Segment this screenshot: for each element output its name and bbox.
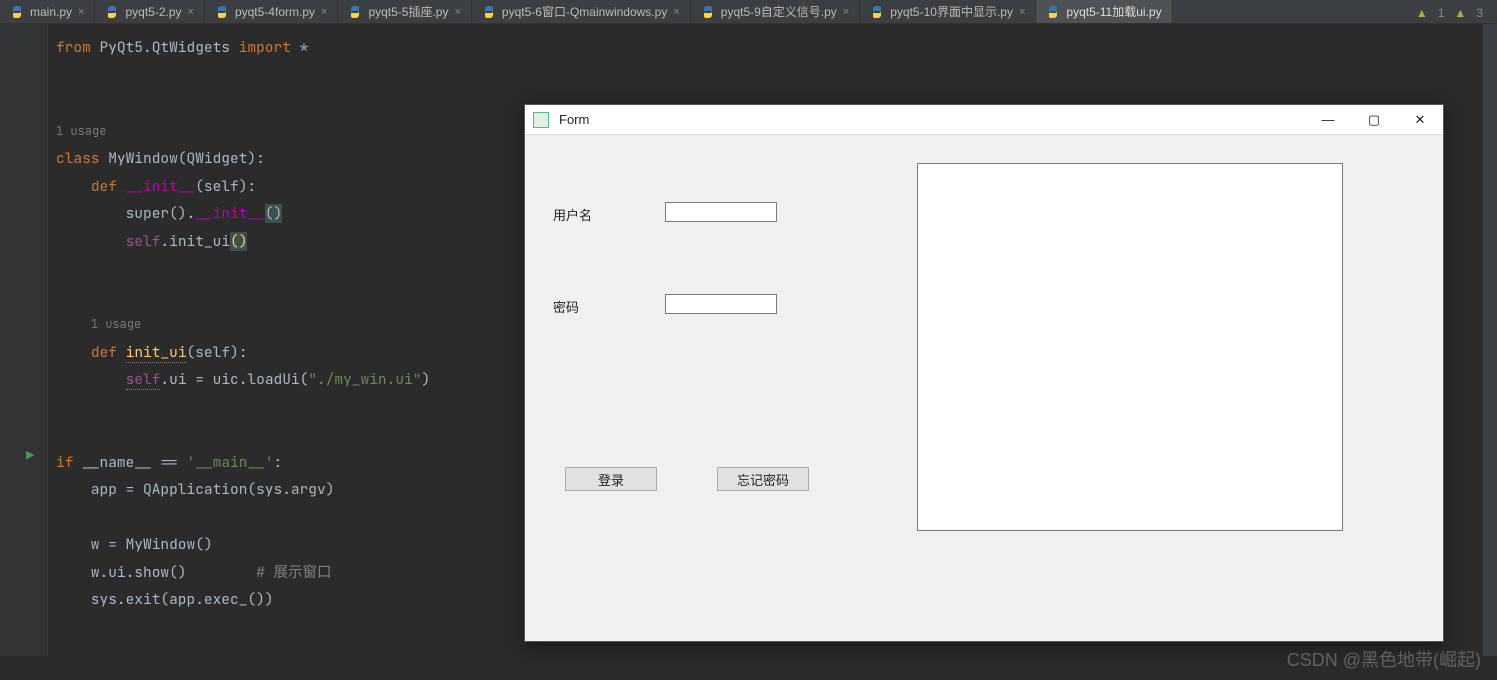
tab-label: pyqt5-5插座.py (368, 3, 448, 20)
vertical-scrollbar[interactable] (1483, 24, 1497, 656)
python-icon (870, 5, 884, 19)
close-icon[interactable]: × (454, 6, 460, 18)
tab-label: pyqt5-9自定义信号.py (721, 3, 837, 20)
warning-count: 1 (1438, 6, 1445, 20)
label-password: 密码 (553, 297, 579, 316)
python-icon (701, 5, 715, 19)
text-edit-area[interactable] (917, 163, 1343, 531)
python-icon (10, 5, 24, 19)
password-input[interactable] (665, 294, 777, 314)
watermark: CSDN @黑色地带(崛起) (1287, 646, 1481, 672)
python-icon (1046, 5, 1060, 19)
run-gutter-icon[interactable]: ▶ (26, 448, 34, 461)
login-button[interactable]: 登录 (565, 467, 657, 491)
window-icon (533, 112, 549, 128)
python-icon (348, 5, 362, 19)
tab-pyqt5-6[interactable]: pyqt5-6窗口-Qmainwindows.py × (472, 0, 691, 23)
tab-main[interactable]: main.py × (0, 0, 95, 23)
error-count: 3 (1476, 6, 1483, 20)
editor-tabs: main.py × pyqt5-2.py × pyqt5-4form.py × … (0, 0, 1497, 24)
code-area[interactable]: from PyQt5.QtWidgets import * 1 usage cl… (48, 24, 430, 656)
close-icon[interactable]: × (843, 6, 849, 18)
tab-label: pyqt5-6窗口-Qmainwindows.py (502, 3, 667, 20)
close-icon[interactable]: × (78, 6, 84, 18)
warning-icon: ▲ (1416, 6, 1428, 20)
tab-pyqt5-9[interactable]: pyqt5-9自定义信号.py × (691, 0, 860, 23)
tab-label: pyqt5-11加载ui.py (1066, 3, 1161, 20)
gutter: ▶ (0, 24, 48, 656)
username-input[interactable] (665, 202, 777, 222)
maximize-button[interactable]: ▢ (1351, 105, 1397, 135)
minimize-button[interactable]: — (1305, 105, 1351, 135)
tab-label: pyqt5-10界面中显示.py (890, 3, 1013, 20)
close-icon[interactable]: × (673, 6, 679, 18)
inspection-summary[interactable]: ▲ 1 ▲ 3 (1416, 6, 1483, 20)
window-title: Form (559, 112, 1305, 127)
form-body: 用户名 密码 登录 忘记密码 (525, 135, 1443, 641)
close-button[interactable]: ✕ (1397, 105, 1443, 135)
tab-pyqt5-4[interactable]: pyqt5-4form.py × (205, 0, 338, 23)
python-icon (482, 5, 496, 19)
form-window: Form — ▢ ✕ 用户名 密码 登录 忘记密码 (524, 104, 1444, 642)
close-icon[interactable]: × (188, 6, 194, 18)
tab-pyqt5-5[interactable]: pyqt5-5插座.py × (338, 0, 471, 23)
tab-pyqt5-2[interactable]: pyqt5-2.py × (95, 0, 204, 23)
tab-label: main.py (30, 5, 72, 19)
forgot-password-button[interactable]: 忘记密码 (717, 467, 809, 491)
label-username: 用户名 (553, 205, 592, 224)
close-icon[interactable]: × (1019, 6, 1025, 18)
tab-label: pyqt5-4form.py (235, 5, 315, 19)
tab-pyqt5-10[interactable]: pyqt5-10界面中显示.py × (860, 0, 1036, 23)
tab-label: pyqt5-2.py (125, 5, 181, 19)
tab-pyqt5-11[interactable]: pyqt5-11加载ui.py (1036, 0, 1172, 23)
python-icon (105, 5, 119, 19)
error-icon: ▲ (1454, 6, 1466, 20)
close-icon[interactable]: × (321, 6, 327, 18)
titlebar[interactable]: Form — ▢ ✕ (525, 105, 1443, 135)
python-icon (215, 5, 229, 19)
